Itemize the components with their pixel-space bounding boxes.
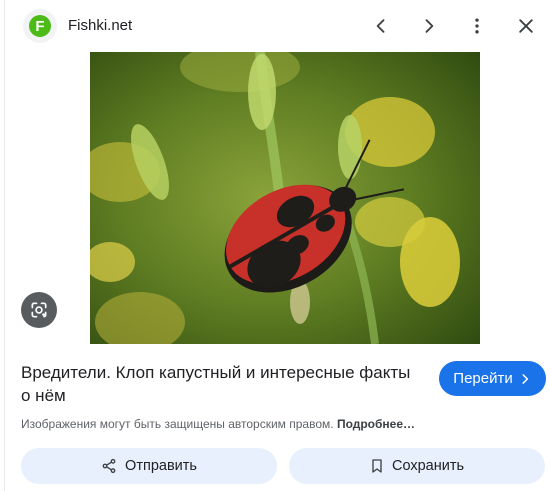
site-name[interactable]: Fishki.net: [68, 17, 132, 34]
chevron-right-icon: [522, 373, 528, 384]
more-options-button[interactable]: [461, 10, 493, 42]
close-icon: [519, 19, 533, 33]
save-button-label: Сохранить: [391, 458, 465, 474]
save-button[interactable]: Сохранить: [289, 448, 545, 484]
share-button[interactable]: Отправить: [21, 448, 277, 484]
copyright-notice: Изображения могут быть защищены авторски…: [21, 417, 415, 431]
copyright-notice-text: Изображения могут быть защищены авторски…: [21, 417, 334, 431]
lens-icon: [31, 302, 47, 318]
next-button[interactable]: [413, 10, 445, 42]
result-title[interactable]: Вредители. Клоп капустный и интересные ф…: [21, 361, 411, 407]
share-button-label: Отправить: [125, 458, 197, 474]
previous-button[interactable]: [365, 10, 397, 42]
visit-button-label: Перейти: [453, 370, 513, 387]
preview-header: F Fishki.net: [5, 0, 549, 52]
more-vert-icon: [475, 18, 479, 34]
share-icon: [102, 458, 116, 474]
chevron-right-icon: [425, 19, 434, 33]
chevron-left-icon: [376, 19, 385, 33]
bug-photo: [90, 52, 480, 344]
bookmark-icon: [372, 459, 382, 473]
learn-more-link[interactable]: Подробнее…: [337, 417, 415, 431]
google-lens-button[interactable]: [21, 292, 57, 328]
close-button[interactable]: [510, 10, 542, 42]
preview-image[interactable]: [90, 52, 480, 344]
site-logo-letter: F: [29, 15, 51, 37]
image-preview-panel: F Fishki.net Вредители. Клоп капустный и…: [4, 0, 549, 491]
site-logo[interactable]: F: [23, 9, 57, 43]
image-area: [5, 52, 549, 344]
visit-button[interactable]: Перейти: [439, 361, 546, 396]
